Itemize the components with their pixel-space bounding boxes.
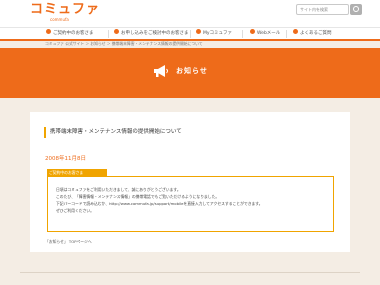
site-header: コミュファ commufa サイト内を検索 xyxy=(0,0,380,27)
global-nav: ご契約中のお客さま お申し込みをご検討中のお客さま Myコミュファ Webメール… xyxy=(0,27,380,39)
page-title: お知らせ xyxy=(176,67,208,75)
nav-item-label: よくあるご質問 xyxy=(300,31,332,36)
article-date: 2008年11月8日 xyxy=(45,156,86,162)
nav-item-label: お申し込みをご検討中のお客さま xyxy=(121,31,189,36)
person-icon xyxy=(46,29,51,34)
document-icon xyxy=(114,29,119,34)
heart-icon xyxy=(196,29,201,34)
article-body: 日頃はコミュファをご利用いただきまして、誠にありがとうございます。 このたび、「… xyxy=(47,176,334,232)
mail-icon xyxy=(250,29,255,34)
commufa-logo[interactable]: コミュファ xyxy=(30,3,100,17)
nav-item-label: ご契約中のお客さま xyxy=(53,31,94,36)
megaphone-icon xyxy=(154,65,168,77)
nav-item-label: Webメール xyxy=(257,31,281,36)
search-icon[interactable] xyxy=(350,4,362,15)
question-icon xyxy=(293,29,298,34)
nav-item-label: Myコミュファ xyxy=(203,31,233,36)
back-to-news-link[interactable]: 「お知らせ」 TOPページへ xyxy=(45,238,92,246)
body-line: ぜひご利用ください。 xyxy=(56,208,94,213)
article-title: 携帯端末障害・メンテナンス情報の提供開始について xyxy=(44,127,334,138)
body-line: このたび、「障害情報・メンテナンス情報」の携帯電話でもご覧いただけるようになりま… xyxy=(56,194,220,199)
body-line: 日頃はコミュファをご利用いただきまして、誠にありがとうございます。 xyxy=(56,187,181,192)
breadcrumb[interactable]: コミュファ 公式サイト ＞ お知らせ ＞ 携帯端末障害・メンテナンス情報の提供開… xyxy=(45,40,203,48)
page-bottom xyxy=(0,272,380,285)
search-input[interactable]: サイト内を検索 xyxy=(296,4,349,15)
logo-subtext: commufa xyxy=(50,17,69,22)
body-line: 下記バーコードで読み込むか、http://www.commufa.jp/supp… xyxy=(56,201,263,206)
audience-badge: ご契約中のお客さま xyxy=(47,169,107,176)
